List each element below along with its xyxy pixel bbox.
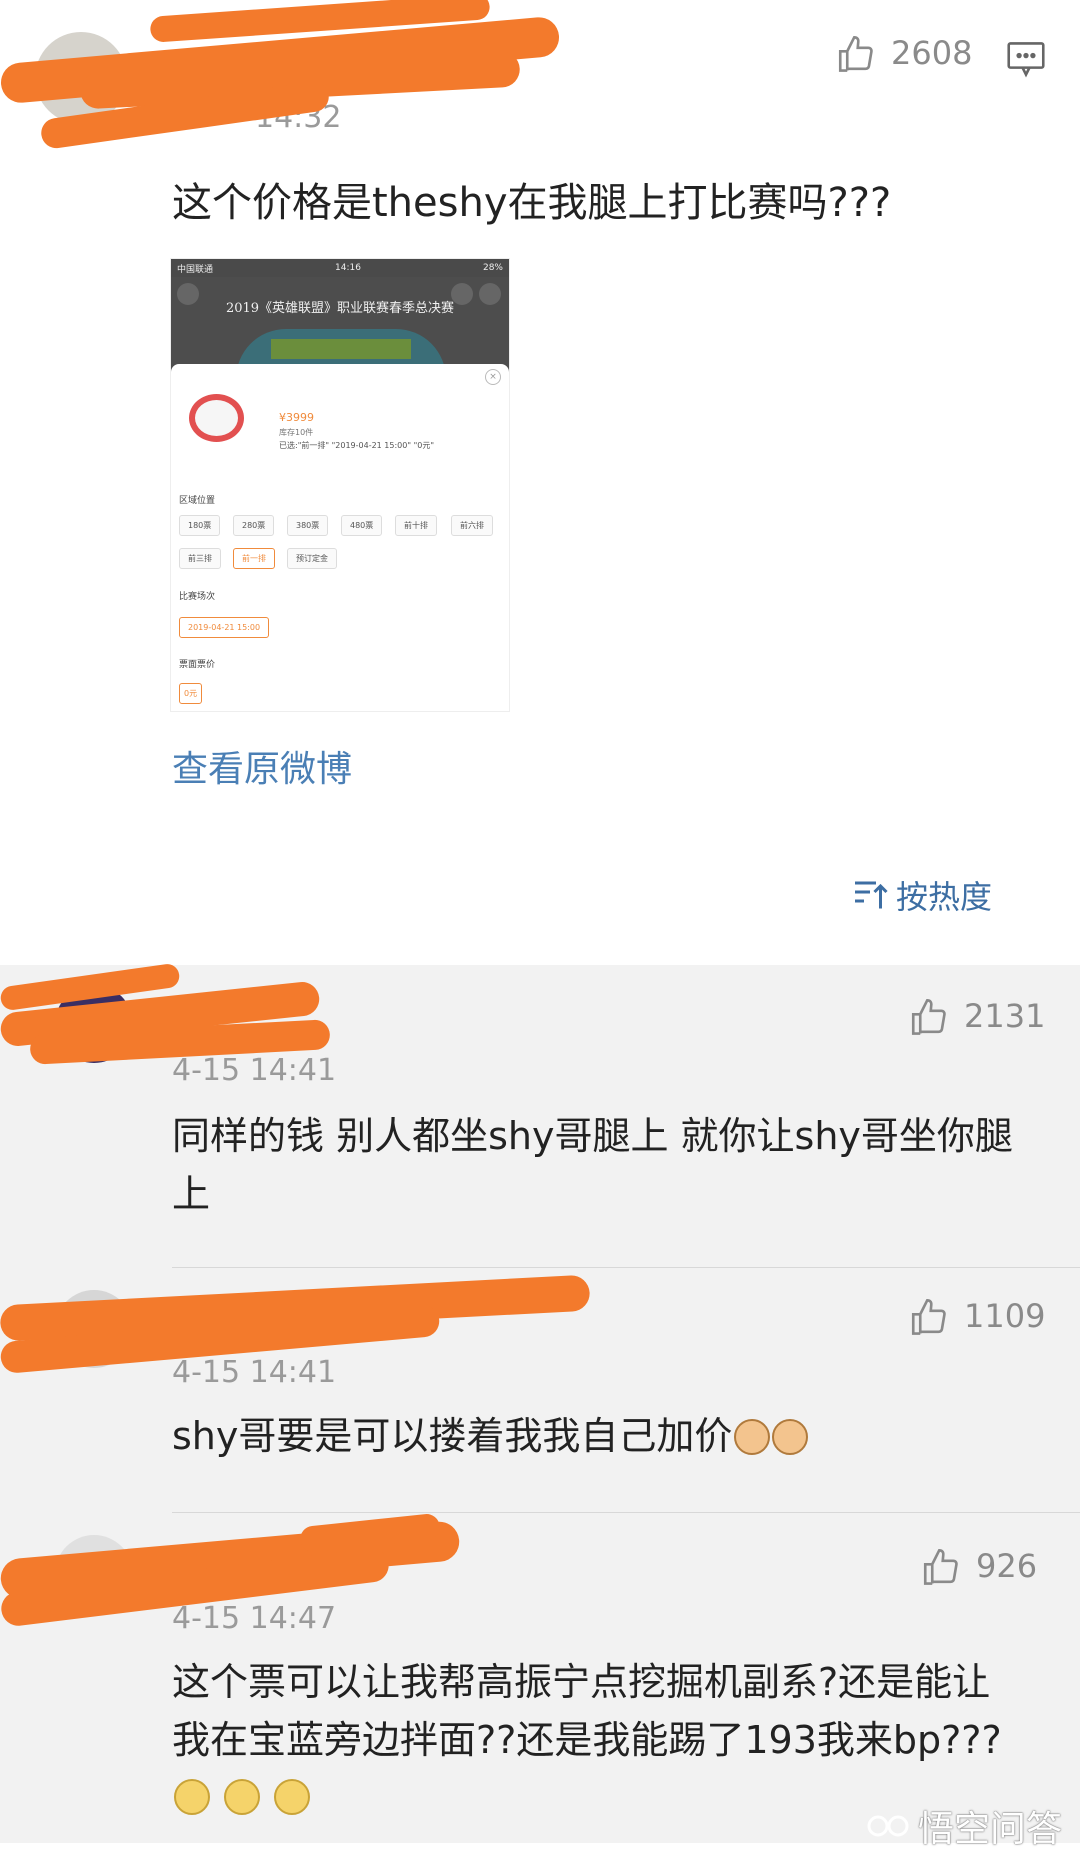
comment-text-line: 上 bbox=[172, 1172, 211, 1216]
surprised-emoji-icon bbox=[174, 1779, 210, 1815]
main-post: 14:32 2608 这个价格是theshy在我腿上打比赛吗??? 中国联通 1… bbox=[0, 0, 1080, 965]
screenshot-chip: 180票 bbox=[179, 515, 221, 536]
screenshot-seatmap-thumb bbox=[189, 394, 244, 442]
surprised-emoji-icon bbox=[224, 1779, 261, 1815]
screenshot-carrier: 中国联通 bbox=[177, 264, 214, 275]
screenshot-close-icon: × bbox=[485, 369, 501, 385]
comment-time: 4-15 14:41 bbox=[172, 1053, 337, 1088]
screenshot-banner-title: 2019《英雄联盟》职业联赛春季总决赛 bbox=[225, 301, 455, 316]
screenshot-chip: 380票 bbox=[287, 515, 329, 536]
screenshot-stadium-field bbox=[271, 339, 411, 359]
post-text: 这个价格是theshy在我腿上打比赛吗??? bbox=[172, 180, 892, 226]
comment-text-line: shy哥要是可以搂着我我自己加价 bbox=[172, 1414, 733, 1458]
view-original-link[interactable]: 查看原微博 bbox=[172, 740, 352, 792]
screenshot-chip: 480票 bbox=[341, 515, 383, 536]
cat-emoji-icon bbox=[734, 1419, 771, 1455]
screenshot-chip: 前六排 bbox=[451, 515, 493, 536]
divider bbox=[172, 1512, 1080, 1513]
comment-time: 4-15 14:47 bbox=[172, 1601, 337, 1636]
comment-time: 4-15 14:41 bbox=[172, 1355, 337, 1390]
comment-icon bbox=[1007, 42, 1045, 78]
screenshot-section-area: 区域位置 bbox=[179, 496, 216, 506]
like-count: 2131 bbox=[964, 997, 1046, 1035]
comment-text-line: 我在宝蓝旁边拌面??还是我能踢了193我来bp??? bbox=[172, 1718, 1002, 1762]
wukong-logo-icon bbox=[867, 1815, 909, 1837]
sort-by-hot-button[interactable]: 按热度 bbox=[852, 872, 992, 918]
screenshot-session-chip: 2019-04-21 15:00 bbox=[179, 617, 270, 638]
thumbs-up-icon bbox=[911, 1298, 946, 1335]
screenshot-statusbar: 中国联通 14:16 28% bbox=[171, 259, 509, 277]
surprised-emoji-icon bbox=[274, 1779, 311, 1815]
comment-emoji-line bbox=[172, 1767, 311, 1825]
screenshot-price-chip: 0元 bbox=[179, 683, 203, 704]
thumbs-up-icon bbox=[838, 35, 873, 72]
like-button[interactable]: 1109 bbox=[908, 1295, 1045, 1337]
like-button[interactable]: 2131 bbox=[908, 995, 1045, 1037]
screenshot-chip: 前十排 bbox=[395, 515, 437, 536]
comment-text-line: 同样的钱 别人都坐shy哥腿上 就你让shy哥坐你腿 bbox=[172, 1114, 1013, 1158]
like-count: 1109 bbox=[964, 1297, 1046, 1335]
divider bbox=[172, 1267, 1080, 1268]
comment-text-line: 这个票可以让我帮高振宁点挖掘机副系?还是能让 bbox=[172, 1660, 991, 1704]
comment-text: shy哥要是可以搂着我我自己加价 bbox=[172, 1407, 809, 1465]
comment-button[interactable] bbox=[1005, 40, 1047, 82]
like-count: 926 bbox=[976, 1547, 1038, 1585]
like-count: 2608 bbox=[891, 34, 973, 72]
screenshot-chip: 前三排 bbox=[179, 548, 221, 569]
thumbs-up-icon bbox=[923, 1548, 958, 1585]
screenshot-price: ¥3999 bbox=[279, 411, 314, 424]
embedded-screenshot[interactable]: 中国联通 14:16 28% 2019《英雄联盟》职业联赛春季总决赛 × ¥39… bbox=[170, 258, 510, 712]
like-button[interactable]: 2608 bbox=[835, 32, 972, 74]
screenshot-time: 14:16 bbox=[335, 263, 361, 273]
sort-label: 按热度 bbox=[896, 878, 993, 916]
screenshot-chip: 280票 bbox=[233, 515, 275, 536]
watermark: 悟空问答 bbox=[866, 1800, 1062, 1852]
screenshot-battery: 28% bbox=[482, 263, 503, 273]
comment-list: 2131 4-15 14:41 同样的钱 别人都坐shy哥腿上 就你让shy哥坐… bbox=[0, 962, 1080, 1843]
screenshot-section-session: 比赛场次 bbox=[179, 592, 216, 602]
screenshot-chip-selected: 前一排 bbox=[233, 548, 275, 569]
like-button[interactable]: 926 bbox=[920, 1545, 1037, 1587]
watermark-text: 悟空问答 bbox=[917, 1809, 1062, 1850]
screenshot-stock: 库存10件 bbox=[279, 428, 314, 437]
screenshot-section-price: 票面票价 bbox=[179, 660, 216, 670]
sort-icon bbox=[855, 881, 888, 909]
screenshot-chip: 预订定金 bbox=[287, 548, 337, 569]
screenshot-selected: 已选:"前一排" "2019-04-21 15:00" "0元" bbox=[279, 441, 435, 450]
cat-emoji-icon bbox=[772, 1419, 809, 1455]
thumbs-up-icon bbox=[911, 998, 946, 1035]
